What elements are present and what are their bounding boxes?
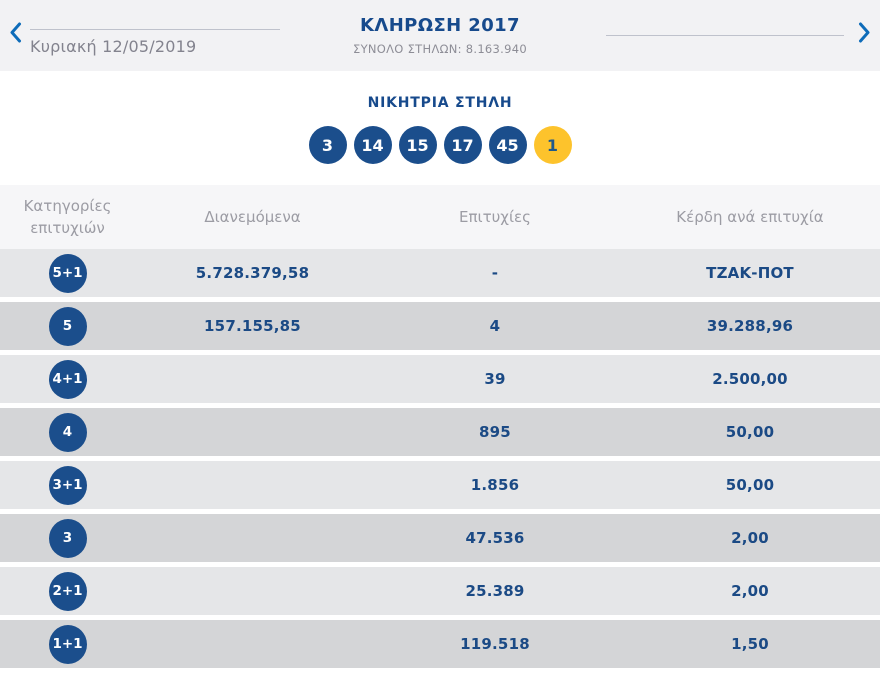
prize-value: 1,50 [731, 635, 769, 653]
table-row: 2+1 25.389 2,00 [0, 567, 880, 615]
results-rows: 5+1 5.728.379,58 - ΤΖΑΚ-ΠΟΤ 5 157.155,85… [0, 249, 880, 668]
next-draw-button[interactable] [856, 20, 873, 45]
chevron-left-icon [9, 22, 22, 46]
winners-value: 25.389 [465, 582, 525, 600]
category-label: 4 [62, 424, 73, 440]
distributed-value: 157.155,85 [204, 317, 301, 335]
prize-value: 2,00 [731, 582, 769, 600]
prize-value: ΤΖΑΚ-ΠΟΤ [706, 264, 794, 282]
draw-total-columns: ΣΥΝΟΛΟ ΣΤΗΛΩΝ: 8.163.940 [353, 42, 527, 56]
category-label: 5+1 [52, 265, 83, 281]
category-label: 1+1 [52, 636, 83, 652]
category-badge: 2+1 [48, 571, 87, 611]
prize-value: 2,00 [731, 529, 769, 547]
page: Κυριακή 12/05/2019 ΚΛΗΡΩΣΗ 2017 ΣΥΝΟΛΟ Σ… [0, 0, 880, 668]
winning-column-section: ΝΙΚΗΤΡΙΑ ΣΤΗΛΗ 3 14 15 17 45 1 [0, 71, 880, 185]
table-row: 5+1 5.728.379,58 - ΤΖΑΚ-ΠΟΤ [0, 249, 880, 297]
distributed-value: 5.728.379,58 [195, 264, 310, 282]
previous-draw-button[interactable] [7, 20, 24, 45]
column-header-categories: Κατηγορίες επιτυχιών [23, 196, 112, 238]
prize-value: 2.500,00 [712, 370, 788, 388]
column-header-prize: Κέρδη ανά επιτυχία [676, 208, 824, 226]
number-ball: 17 [443, 126, 482, 164]
draw-title: ΚΛΗΡΩΣΗ 2017 [360, 15, 520, 36]
winners-value: 1.856 [470, 476, 520, 494]
right-divider-line [606, 35, 844, 36]
winners-value: 39 [484, 370, 506, 388]
number-ball: 15 [398, 126, 437, 164]
category-label: 2+1 [52, 583, 83, 599]
winners-value: 47.536 [465, 529, 525, 547]
table-row: 1+1 119.518 1,50 [0, 620, 880, 668]
table-row: 4+1 39 2.500,00 [0, 355, 880, 403]
winners-value: - [491, 264, 499, 282]
winning-column-title: ΝΙΚΗΤΡΙΑ ΣΤΗΛΗ [367, 95, 513, 111]
category-badge: 5 [48, 306, 87, 346]
number-ball: 3 [308, 126, 347, 164]
winners-value: 119.518 [460, 635, 530, 653]
table-row: 5 157.155,85 4 39.288,96 [0, 302, 880, 350]
number-ball: 45 [488, 126, 527, 164]
bonus-number-ball: 1 [533, 126, 572, 164]
category-badge: 3 [48, 518, 87, 558]
table-row: 3 47.536 2,00 [0, 514, 880, 562]
category-badge: 3+1 [48, 465, 87, 505]
winners-value: 895 [479, 423, 511, 441]
category-badge: 4 [48, 412, 87, 452]
table-row: 4 895 50,00 [0, 408, 880, 456]
category-badge: 1+1 [48, 624, 87, 664]
category-badge: 5+1 [48, 253, 87, 293]
prize-value: 39.288,96 [706, 317, 794, 335]
column-header-winners: Επιτυχίες [459, 208, 531, 226]
category-label: 3+1 [52, 477, 83, 493]
results-table: Κατηγορίες επιτυχιών Διανεμόμενα Επιτυχί… [0, 185, 880, 668]
category-badge: 4+1 [48, 359, 87, 399]
category-label: 4+1 [52, 371, 83, 387]
category-label: 3 [62, 530, 73, 546]
chevron-right-icon [858, 22, 871, 46]
prize-value: 50,00 [725, 423, 775, 441]
category-label: 5 [62, 318, 73, 334]
next-draw-info [606, 35, 844, 36]
results-table-header: Κατηγορίες επιτυχιών Διανεμόμενα Επιτυχί… [0, 185, 880, 249]
winners-value: 4 [489, 317, 501, 335]
table-row: 3+1 1.856 50,00 [0, 461, 880, 509]
number-ball: 14 [353, 126, 392, 164]
winning-numbers: 3 14 15 17 45 1 [0, 126, 880, 164]
draw-navigation: Κυριακή 12/05/2019 ΚΛΗΡΩΣΗ 2017 ΣΥΝΟΛΟ Σ… [0, 0, 880, 71]
prize-value: 50,00 [725, 476, 775, 494]
column-header-distributed: Διανεμόμενα [204, 208, 301, 226]
